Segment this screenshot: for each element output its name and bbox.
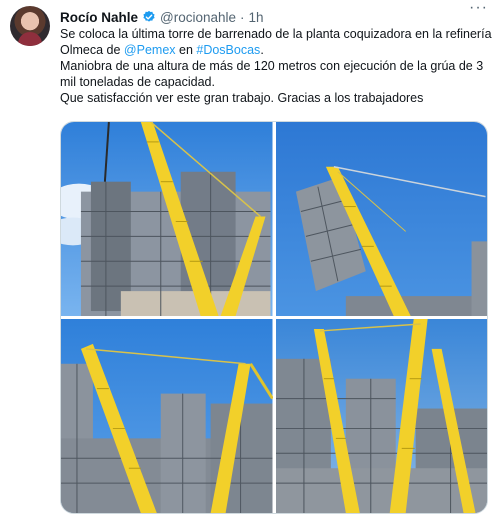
crane-photo-4[interactable] (275, 319, 487, 513)
tweet-paragraph-3: Que satisfacción ver este gran trabajo. … (60, 91, 424, 105)
author-name[interactable]: Rocío Nahle (60, 10, 138, 25)
author-handle[interactable]: @rocionahle (160, 10, 236, 25)
tweet-paragraph-1: Se coloca la última torre de barrenado d… (60, 26, 492, 58)
crane-photo-2[interactable] (275, 122, 487, 316)
mention-link[interactable]: @Pemex (124, 43, 176, 57)
avatar[interactable] (10, 6, 50, 46)
tweet-paragraph-2: Maniobra de una altura de más de 120 met… (60, 59, 484, 89)
hashtag-link[interactable]: #DosBocas (196, 43, 260, 57)
crane-photo-1[interactable] (61, 122, 273, 316)
tweet-header: Rocío Nahle @rocionahle · 1h (60, 8, 488, 26)
verified-badge-icon (143, 10, 155, 22)
more-options-icon[interactable]: ··· (469, 0, 488, 16)
text-segment: . (260, 43, 264, 57)
timestamp[interactable]: 1h (249, 10, 264, 25)
tweet[interactable]: Rocío Nahle @rocionahle · 1h ··· Se colo… (0, 0, 500, 518)
media-grid (60, 121, 488, 514)
tweet-text: Se coloca la última torre de barrenado d… (60, 26, 492, 106)
separator: · (240, 9, 245, 25)
text-segment: en (175, 43, 197, 57)
crane-photo-3[interactable] (61, 319, 273, 513)
